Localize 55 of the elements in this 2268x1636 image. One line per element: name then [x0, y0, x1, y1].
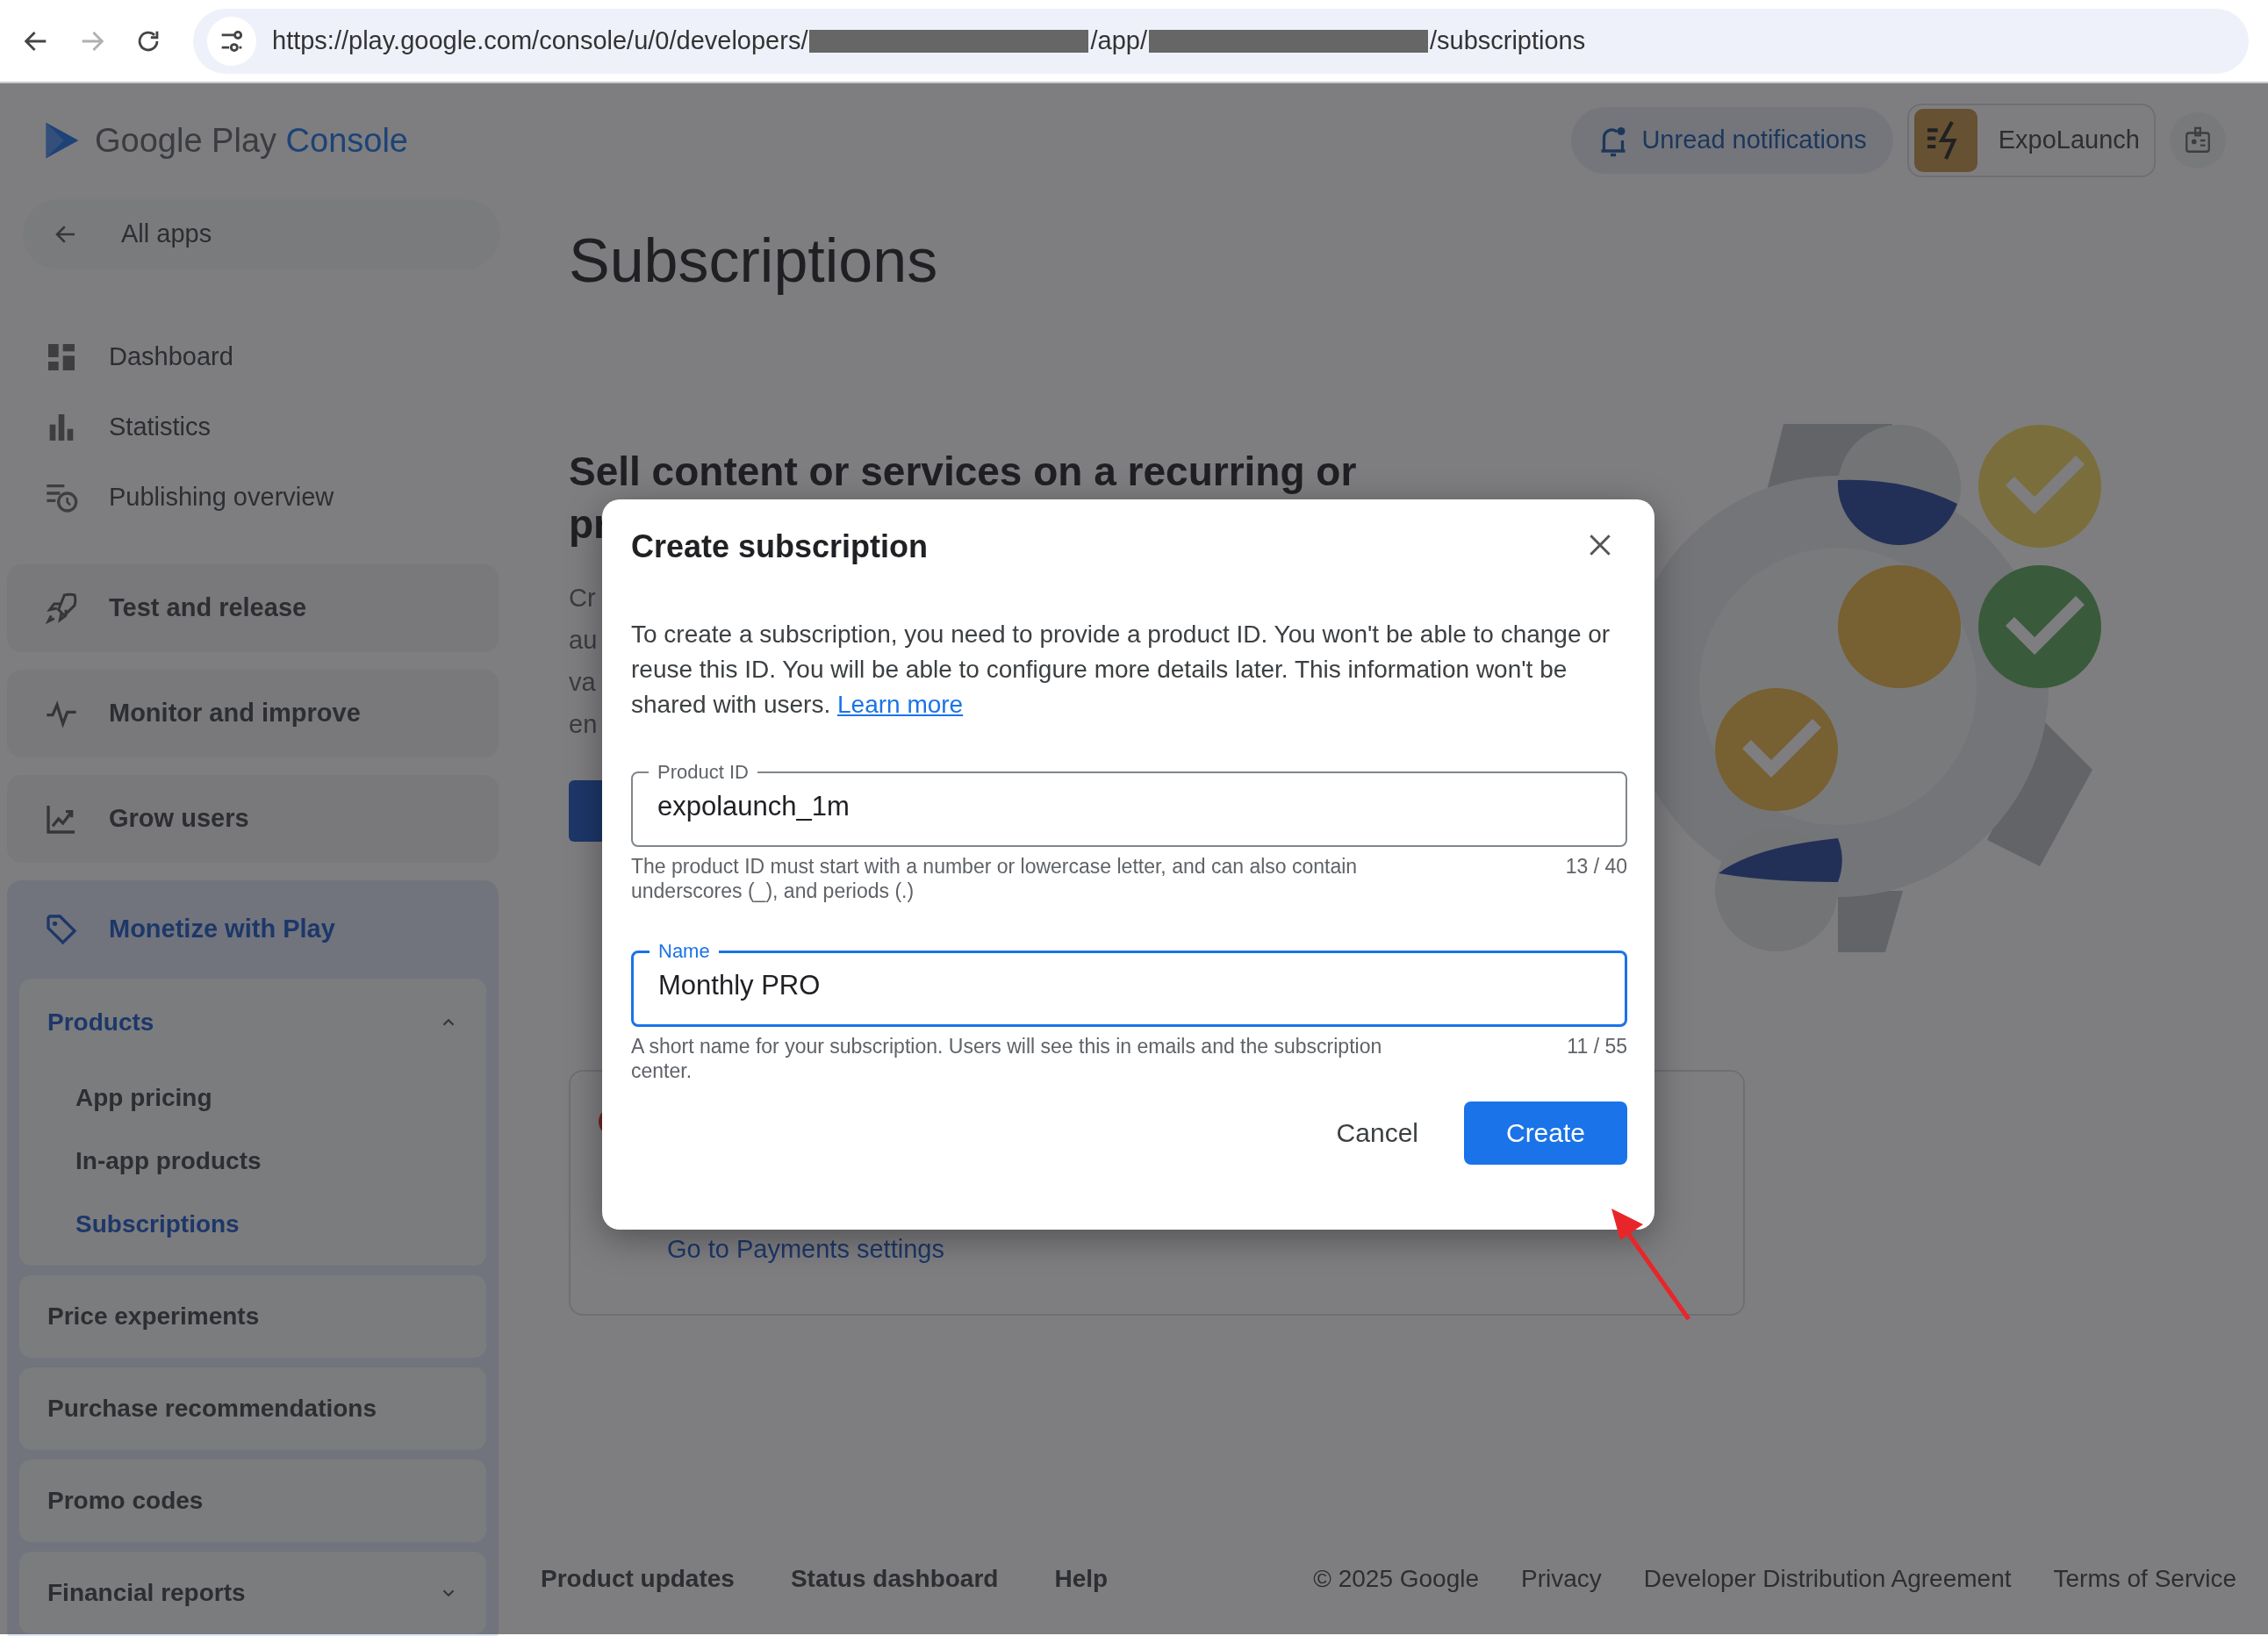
- sidebar-subitem[interactable]: App pricing: [19, 1066, 486, 1130]
- paragraph-text: Cr: [569, 583, 596, 614]
- address-bar[interactable]: https://play.google.com/console/u/0/developers/ /app/ /subscriptions: [193, 8, 2249, 74]
- sidebar-section[interactable]: Monitor and improve: [7, 670, 499, 757]
- helper-text: A short name for your subscription. Users will see this in emails and the subscription center.: [631, 1034, 1383, 1083]
- id-badge-icon: [2183, 126, 2213, 155]
- dialog-title: Create subscription: [631, 527, 929, 566]
- helper-text: The product ID must start with a number or lowercase letter, and can also contain underscores (_), and periods (.): [631, 854, 1359, 903]
- all-apps-link[interactable]: All apps: [23, 199, 500, 269]
- sidebar-item[interactable]: Publishing overview: [7, 463, 499, 533]
- character-counter: 13 / 40: [1565, 854, 1627, 879]
- character-counter: 11 / 55: [1567, 1034, 1627, 1059]
- field-label: Name: [657, 942, 711, 961]
- url-text: /subscriptions: [1429, 25, 1586, 56]
- notifications-button[interactable]: Unread notifications: [1571, 107, 1893, 174]
- sidebar-section[interactable]: Test and release: [7, 564, 499, 652]
- cancel-button[interactable]: Cancel: [1311, 1101, 1443, 1165]
- paragraph-text: en: [569, 709, 598, 740]
- sidebar-section[interactable]: Monetize with Play: [7, 880, 499, 979]
- sidebar-item[interactable]: Financial reports: [19, 1552, 486, 1634]
- sidebar-item[interactable]: Products: [19, 979, 486, 1066]
- text-field[interactable]: Name Monthly PRO: [631, 942, 1627, 1027]
- sidebar-item[interactable]: Dashboard: [7, 322, 499, 392]
- text-input[interactable]: expolaunch_1m: [649, 782, 1599, 833]
- text-field[interactable]: Product ID expolaunch_1m: [631, 763, 1627, 847]
- section-heading: Sell content or services on a recurring or: [569, 448, 1357, 496]
- learn-more-link[interactable]: Learn more: [837, 691, 964, 718]
- page-title: Subscriptions: [569, 226, 939, 297]
- create-button[interactable]: Create: [1464, 1101, 1627, 1165]
- footer-link[interactable]: Terms of Service: [2053, 1561, 2236, 1597]
- field-label: Product ID: [657, 763, 750, 782]
- copyright-text: © 2025 Google: [1313, 1564, 1480, 1594]
- tag-icon: [44, 912, 79, 947]
- sidebar-subitem[interactable]: In-app products: [19, 1130, 486, 1193]
- paragraph-text: au: [569, 625, 598, 656]
- footer-link[interactable]: Product updates: [541, 1561, 735, 1597]
- url-text: /app/: [1090, 25, 1147, 56]
- dialog-description: To create a subscription, you need to provide a product ID. You won't be able to change or reuse this ID. You will be able to configure more details later. This information won't be shared with users. Learn more: [631, 620, 1611, 720]
- sidebar-item[interactable]: Promo codes: [19, 1460, 486, 1542]
- footer-link[interactable]: Developer Distribution Agreement: [1643, 1561, 2012, 1597]
- footer-link[interactable]: Help: [1054, 1561, 1109, 1597]
- sidebar-item[interactable]: Statistics: [7, 392, 499, 463]
- sidebar-item[interactable]: Purchase recommendations: [19, 1367, 486, 1450]
- sidebar-item[interactable]: Price experiments: [19, 1275, 486, 1358]
- url-text: https://play.google.com/console/u/0/developers/: [272, 25, 808, 56]
- account-button[interactable]: ExpoLaunch: [1906, 104, 2156, 177]
- payments-settings-link[interactable]: Go to Payments settings: [667, 1230, 1743, 1268]
- paragraph-text: va: [569, 667, 596, 698]
- footer-link[interactable]: Status dashboard: [790, 1561, 999, 1597]
- sidebar-subitem[interactable]: Subscriptions: [19, 1193, 486, 1256]
- rocket-icon: [44, 591, 79, 626]
- sidebar-section[interactable]: Grow users: [7, 775, 499, 863]
- logo-text: Google Play Console: [95, 120, 408, 161]
- footer-link[interactable]: Privacy: [1521, 1561, 1602, 1597]
- text-input[interactable]: Monthly PRO: [650, 961, 1598, 1012]
